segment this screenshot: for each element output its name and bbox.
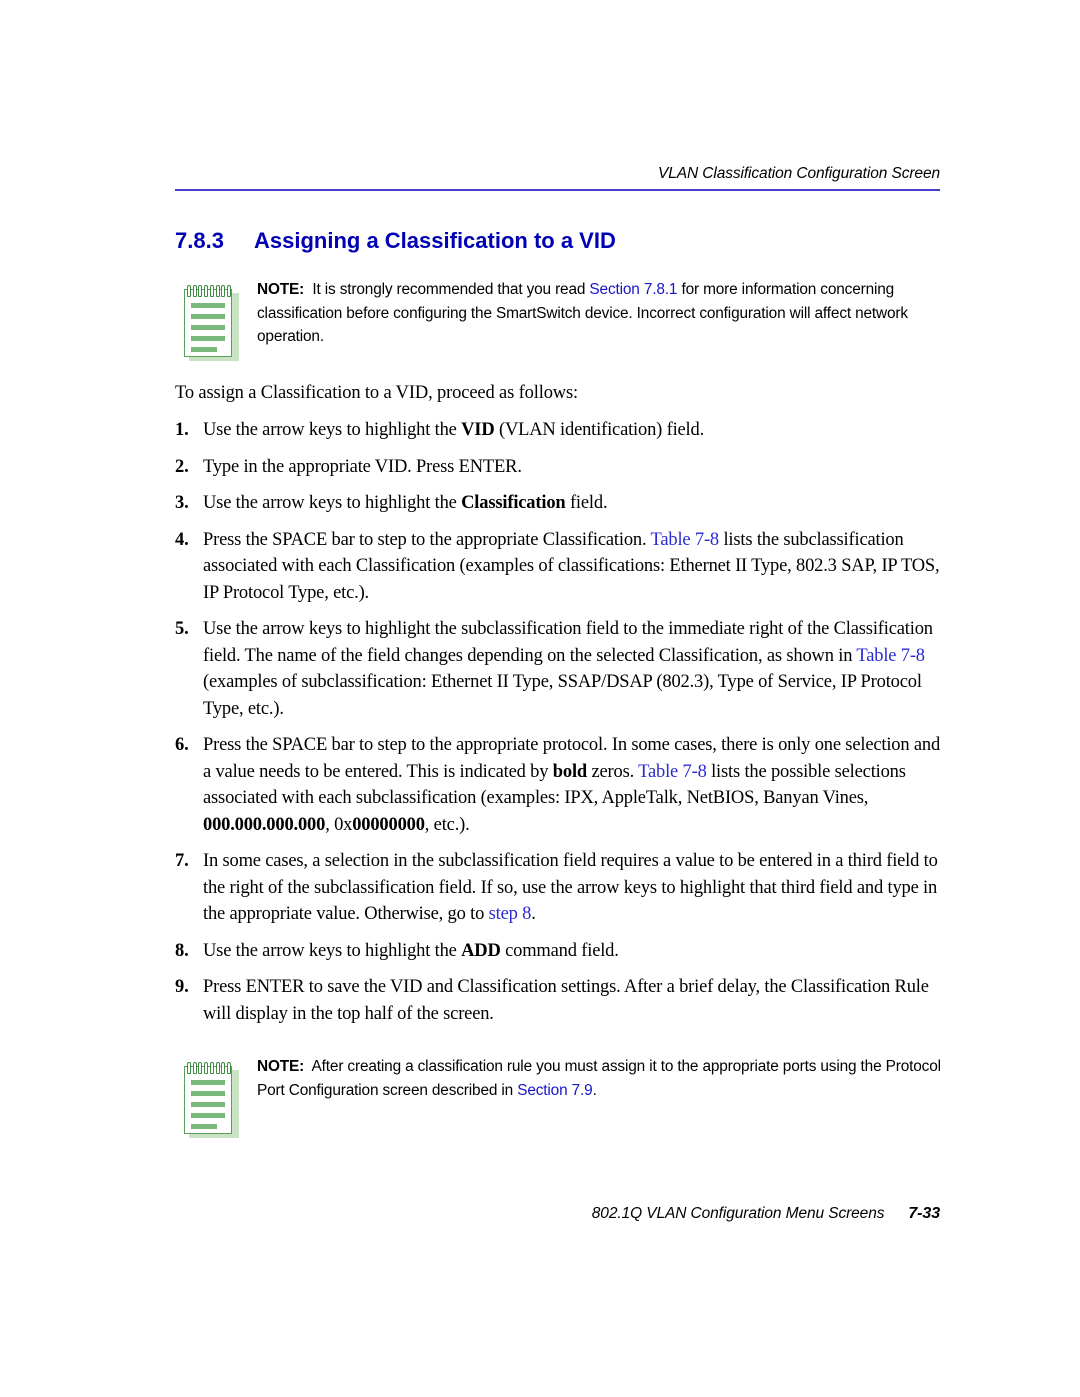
step-2-text: Type in the appropriate VID. Press ENTER… bbox=[203, 456, 522, 477]
step-1-text: Use the arrow keys to highlight the VID … bbox=[203, 420, 705, 440]
step-3-text: Use the arrow keys to highlight the Clas… bbox=[203, 493, 608, 513]
steps-list: 1. Use the arrow keys to highlight the V… bbox=[175, 417, 945, 1027]
step-5-text: Use the arrow keys to highlight the subc… bbox=[203, 619, 933, 719]
step-6: 6. Press the SPACE bar to step to the ap… bbox=[175, 732, 945, 838]
running-header: VLAN Classification Configuration Screen bbox=[175, 164, 940, 191]
step-3-number: 3. bbox=[175, 493, 189, 513]
page-number: 7-33 bbox=[908, 1205, 940, 1222]
section-heading: 7.8.3 Assigning a Classification to a VID bbox=[175, 228, 940, 254]
step-2: 2. Type in the appropriate VID. Press EN… bbox=[175, 454, 945, 481]
note-2-body: NOTE: After creating a classification ru… bbox=[257, 1055, 945, 1102]
notepad-icon bbox=[184, 1062, 240, 1138]
step-8-text: Use the arrow keys to highlight the ADD … bbox=[203, 940, 619, 961]
step-9: 9. Press ENTER to save the VID and Class… bbox=[175, 974, 945, 1027]
note-2-text-after: . bbox=[592, 1081, 597, 1099]
step-7-number: 7. bbox=[175, 851, 189, 871]
step-7: 7. In some cases, a selection in the sub… bbox=[175, 848, 945, 928]
step-9-number: 9. bbox=[175, 977, 189, 997]
intro-paragraph: To assign a Classification to a VID, pro… bbox=[175, 383, 579, 403]
step-1: 1. Use the arrow keys to highlight the V… bbox=[175, 417, 945, 444]
step-5-number: 5. bbox=[175, 619, 189, 639]
step-6-text: Press the SPACE bar to step to the appro… bbox=[203, 735, 941, 835]
step-2-number: 2. bbox=[175, 456, 189, 477]
table-7-8-link[interactable]: Table 7-8 bbox=[638, 762, 707, 782]
note-1-link[interactable]: Section 7.8.1 bbox=[589, 281, 677, 298]
table-7-8-link[interactable]: Table 7-8 bbox=[651, 530, 720, 550]
page-content: NOTE: It is strongly recommended that yo… bbox=[175, 278, 945, 1139]
note-1-text-before: It is strongly recommended that you read bbox=[312, 281, 590, 298]
step-8-number: 8. bbox=[175, 940, 189, 961]
note-2-link[interactable]: Section 7.9 bbox=[517, 1082, 593, 1099]
section-title: Assigning a Classification to a VID bbox=[254, 228, 616, 253]
step-6-number: 6. bbox=[175, 735, 189, 755]
step-8: 8. Use the arrow keys to highlight the A… bbox=[175, 938, 945, 965]
section-number: 7.8.3 bbox=[175, 228, 224, 253]
note-block-1: NOTE: It is strongly recommended that yo… bbox=[175, 278, 945, 362]
note-2-text-before: After creating a classification rule you… bbox=[257, 1058, 941, 1099]
step-4-text: Press the SPACE bar to step to the appro… bbox=[203, 529, 940, 603]
notepad-icon bbox=[184, 285, 240, 361]
note-2-label: NOTE: bbox=[257, 1058, 305, 1075]
step-4-number: 4. bbox=[175, 529, 189, 550]
footer-text: 802.1Q VLAN Configuration Menu Screens bbox=[591, 1205, 885, 1222]
header-rule bbox=[175, 189, 940, 191]
note-1-body: NOTE: It is strongly recommended that yo… bbox=[257, 278, 945, 349]
note-block-2: NOTE: After creating a classification ru… bbox=[175, 1055, 945, 1139]
table-7-8-link[interactable]: Table 7-8 bbox=[856, 646, 925, 666]
note-1-label: NOTE: bbox=[257, 281, 305, 298]
running-header-text: VLAN Classification Configuration Screen bbox=[657, 165, 940, 182]
step-7-text: In some cases, a selection in the subcla… bbox=[203, 851, 938, 924]
step-3: 3. Use the arrow keys to highlight the C… bbox=[175, 490, 945, 517]
step-1-number: 1. bbox=[175, 420, 189, 440]
step-8-link[interactable]: step 8 bbox=[489, 904, 532, 924]
step-5: 5. Use the arrow keys to highlight the s… bbox=[175, 616, 945, 722]
step-4: 4. Press the SPACE bar to step to the ap… bbox=[175, 527, 945, 607]
step-9-text: Press ENTER to save the VID and Classifi… bbox=[203, 977, 929, 1024]
document-page: VLAN Classification Configuration Screen… bbox=[0, 0, 1080, 1397]
page-footer: 802.1Q VLAN Configuration Menu Screens 7-… bbox=[175, 1205, 940, 1223]
